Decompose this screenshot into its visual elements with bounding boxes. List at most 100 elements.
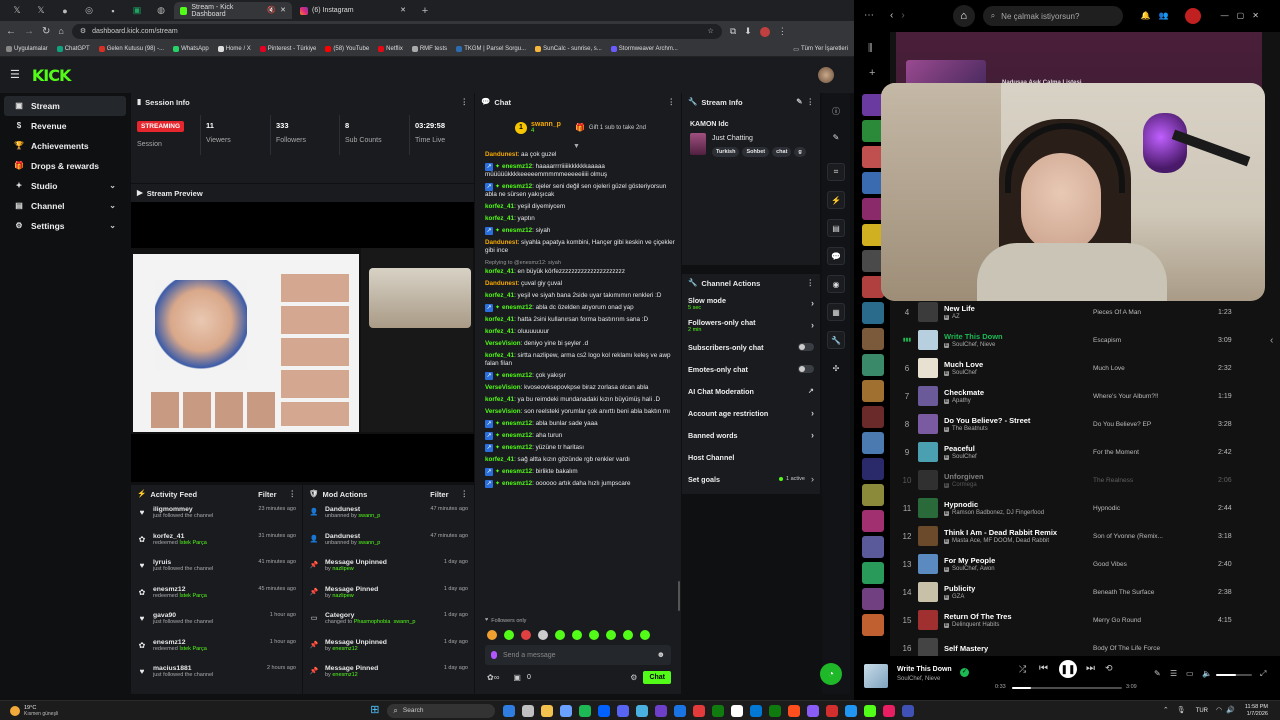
chat-message[interactable]: Replying to @enesmz12: siyah korfez_41: e… (485, 259, 675, 276)
shuffle-icon[interactable]: ⤮ (1019, 665, 1026, 674)
fullscreen-icon[interactable]: ⤢ (1260, 670, 1266, 678)
github-tab-icon[interactable]: ● (54, 3, 76, 18)
mod-action-item[interactable]: ▭ Category changed to Phasmophobia swann_p 1… (303, 609, 474, 636)
chat-message[interactable]: korfez_41: yeşil diyemiycem (485, 203, 675, 211)
now-playing-title[interactable]: Write This Down (897, 666, 952, 673)
track-artist[interactable]: SoulChef (952, 454, 977, 460)
add-icon[interactable]: + (869, 68, 875, 79)
mute-icon[interactable]: 🔇 (267, 7, 276, 14)
library-playlist-thumb[interactable] (862, 562, 884, 584)
bookmark-item[interactable]: WhatsApp (173, 46, 209, 52)
chat-username[interactable]: korfez_41 (485, 215, 514, 222)
chat-username[interactable]: korfez_41 (485, 268, 514, 275)
track-row[interactable]: 6 Much Love E SoulChef Much Love 2:32 (896, 354, 1262, 382)
media-icon[interactable]: ▦ (827, 303, 845, 321)
emote-icon[interactable] (487, 630, 497, 640)
emote-icon[interactable] (521, 630, 531, 640)
filter-button[interactable]: Filter (430, 490, 448, 499)
track-artist[interactable]: SoulChef (952, 370, 977, 376)
lyrics-icon[interactable]: ✎ (1154, 670, 1161, 678)
bookmark-item[interactable]: Netflix (378, 46, 403, 52)
chat-message[interactable]: VerseVision: son reelsteki yorumlar çok … (485, 408, 675, 416)
library-playlist-thumb[interactable] (862, 614, 884, 636)
chat-message[interactable]: korfez_41: ya bu reimdeki mundanadaki kı… (485, 396, 675, 404)
chat-message[interactable]: ↗ ✦ enesmz12: siyah (485, 227, 675, 235)
activity-user[interactable]: gava90 (153, 612, 176, 619)
channel-action-slow-mode[interactable]: Slow mode 5 sec › (682, 292, 820, 314)
taskbar-app-icon[interactable] (750, 704, 763, 717)
chat-username[interactable]: korfez_41 (485, 292, 514, 299)
track-album[interactable]: Escapism (1093, 337, 1121, 344)
mod-action-item[interactable]: 📌 Message Pinned by nazlipew 1 day ago (303, 583, 474, 610)
edit-icon[interactable]: ✎ (796, 98, 802, 106)
mic-tray-icon[interactable]: 🎙 (1177, 707, 1186, 714)
chat-username[interactable]: korfez_41 (485, 203, 514, 210)
device-icon[interactable]: ▭ (1186, 670, 1194, 678)
chat-message[interactable]: ↗ ✦ enesmz12: abla dc özelden atıyorum ona… (485, 304, 675, 312)
star-icon[interactable]: ☆ (708, 28, 714, 35)
library-playlist-thumb[interactable] (862, 510, 884, 532)
bookmark-item[interactable]: RMF tests (411, 46, 447, 52)
chat-username[interactable]: enesmz12 (502, 372, 532, 379)
chat-username[interactable]: VerseVision (485, 384, 521, 391)
home-icon[interactable]: ⌂ (952, 5, 975, 27)
track-row[interactable]: 4 New Life E AZ Pieces Of A Man 1:23 (896, 298, 1262, 326)
kebab-icon[interactable]: ⋮ (668, 98, 676, 106)
volume-icon[interactable]: 🔈 (1202, 670, 1212, 678)
sheets-tab-icon[interactable]: ▣ (126, 3, 148, 18)
activity-user[interactable]: lyruis (153, 559, 171, 566)
chat-username[interactable]: korfez_41 (485, 328, 514, 335)
flash-icon[interactable]: ⚡ (827, 191, 845, 209)
chat-username[interactable]: korfez_41 (485, 456, 514, 463)
chat-username[interactable]: Dandunest (485, 239, 518, 246)
activity-item[interactable]: ♥ macius1881 just followed the channel 2 ho… (131, 662, 302, 689)
stream-video[interactable] (131, 248, 474, 434)
taskbar-app-icon[interactable] (541, 704, 554, 717)
track-row[interactable]: 8 Do You Believe? - Street E The Beatnuts Do… (896, 410, 1262, 438)
points-icon[interactable]: ✿∞ (487, 673, 499, 682)
chat-username[interactable]: enesmz12 (502, 304, 532, 311)
hamburger-icon[interactable]: ☰ (10, 69, 20, 81)
track-artist[interactable]: Masta Ace, MF DOOM, Dead Rabbit (952, 538, 1049, 544)
channel-action-followers-only-chat[interactable]: Followers-only chat 2 min › (682, 314, 820, 336)
track-album[interactable]: Body Of The Life Force (1093, 645, 1160, 652)
track-album[interactable]: Son of Yvonne (Remix... (1093, 533, 1163, 540)
bookmark-item[interactable]: Uygulamalar (6, 46, 48, 52)
mod-action-item[interactable]: 👤 Dandunest unbanned by swann_p 47 minutes … (303, 530, 474, 557)
chat-message[interactable]: korfez_41: yaptın (485, 215, 675, 223)
back-icon[interactable]: ‹ (890, 11, 893, 21)
toggle-switch[interactable] (798, 365, 814, 373)
activity-item[interactable]: ✿ enesmz12 redeemed İstek Parça 1 hour ago (131, 636, 302, 663)
chat-message[interactable]: korfez_41: sağ altta kızın gözünde rgb r… (485, 456, 675, 464)
track-artist[interactable]: Apathy (952, 398, 971, 404)
chat-message[interactable]: korfez_41: oluuuuuuur (485, 328, 675, 336)
track-row[interactable]: 9 Peaceful E SoulChef For the Moment 2:42 (896, 438, 1262, 466)
library-playlist-thumb[interactable] (862, 354, 884, 376)
track-artist[interactable]: SoulChef, Nieve (952, 342, 995, 348)
tag-chip[interactable]: Turkish (712, 147, 740, 157)
weather-icon[interactable] (10, 705, 20, 716)
pause-icon[interactable]: ❚❚ (1059, 660, 1077, 678)
tag-chip[interactable]: g (794, 147, 806, 157)
taskbar-app-icon[interactable] (503, 704, 516, 717)
mod-action-actor[interactable]: enesmz12 (332, 646, 357, 652)
chat-message[interactable]: korfez_41: yeşil ve siyah bana 2side uya… (485, 292, 675, 300)
chat-message[interactable]: Dandunest: çuval giy çuval (485, 280, 675, 288)
sidebar-item-drops[interactable]: 🎁 Drops & rewards (4, 156, 126, 176)
spotify-search-input[interactable]: ⌕ Ne çalmak istiyorsun? (982, 6, 1123, 26)
tag-chip[interactable]: Sohbet (742, 147, 770, 157)
next-icon[interactable]: ⏭ (1086, 664, 1095, 674)
kebab-icon[interactable]: ⋮ (289, 490, 297, 498)
mod-action-actor[interactable]: swann_p (393, 619, 415, 625)
taskbar-app-icon[interactable] (902, 704, 915, 717)
vault-icon[interactable]: ▣ (513, 673, 521, 682)
chat-username[interactable]: enesmz12 (502, 468, 532, 475)
chat-username[interactable]: VerseVision (485, 340, 521, 347)
track-row[interactable]: 7 Checkmate E Apathy Where's Your Album?!! 1:… (896, 382, 1262, 410)
track-row[interactable]: 14 Publicity E GZA Beneath The Surface 2:38 (896, 578, 1262, 606)
chat-username[interactable]: enesmz12 (502, 163, 532, 170)
emote-icon[interactable] (606, 630, 616, 640)
taskbar-app-icon[interactable] (636, 704, 649, 717)
chat-username[interactable]: Dandunest (485, 280, 518, 287)
tag-chip[interactable]: chat (772, 147, 792, 157)
